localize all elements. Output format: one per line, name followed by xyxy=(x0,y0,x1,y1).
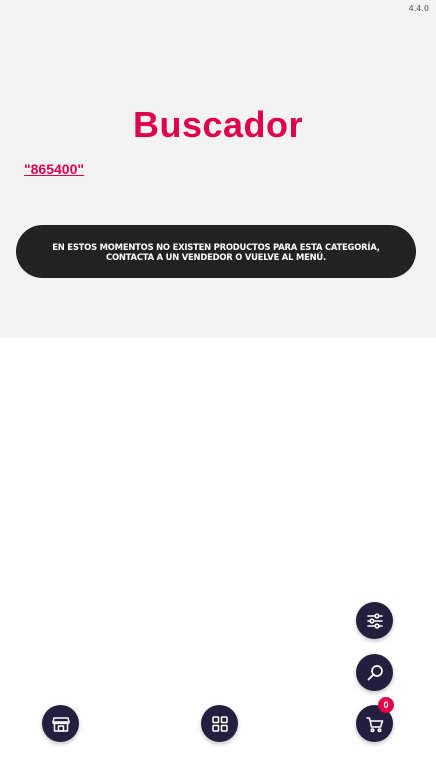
grid-icon xyxy=(210,714,230,734)
search-button[interactable] xyxy=(356,654,393,691)
cart-icon xyxy=(365,714,385,734)
cart-count-badge: 0 xyxy=(378,697,394,713)
store-icon xyxy=(51,714,71,734)
app-version: 4.4.0 xyxy=(408,4,429,13)
notice-message: EN ESTOS MOMENTOS NO EXISTEN PRODUCTOS P… xyxy=(52,241,380,262)
search-icon xyxy=(365,663,385,683)
filters-button[interactable] xyxy=(356,602,393,639)
sliders-icon xyxy=(365,611,385,631)
page-title: Buscador xyxy=(132,104,304,145)
header-panel: 4.4.0 Buscador "865400" EN ESTOS MOMENTO… xyxy=(0,0,436,337)
cart-button[interactable]: 0 xyxy=(356,697,394,742)
empty-results-notice: EN ESTOS MOMENTOS NO EXISTEN PRODUCTOS P… xyxy=(16,225,416,278)
search-query: "865400" xyxy=(24,161,84,177)
menu-button[interactable] xyxy=(201,705,238,742)
store-button[interactable] xyxy=(42,705,79,742)
